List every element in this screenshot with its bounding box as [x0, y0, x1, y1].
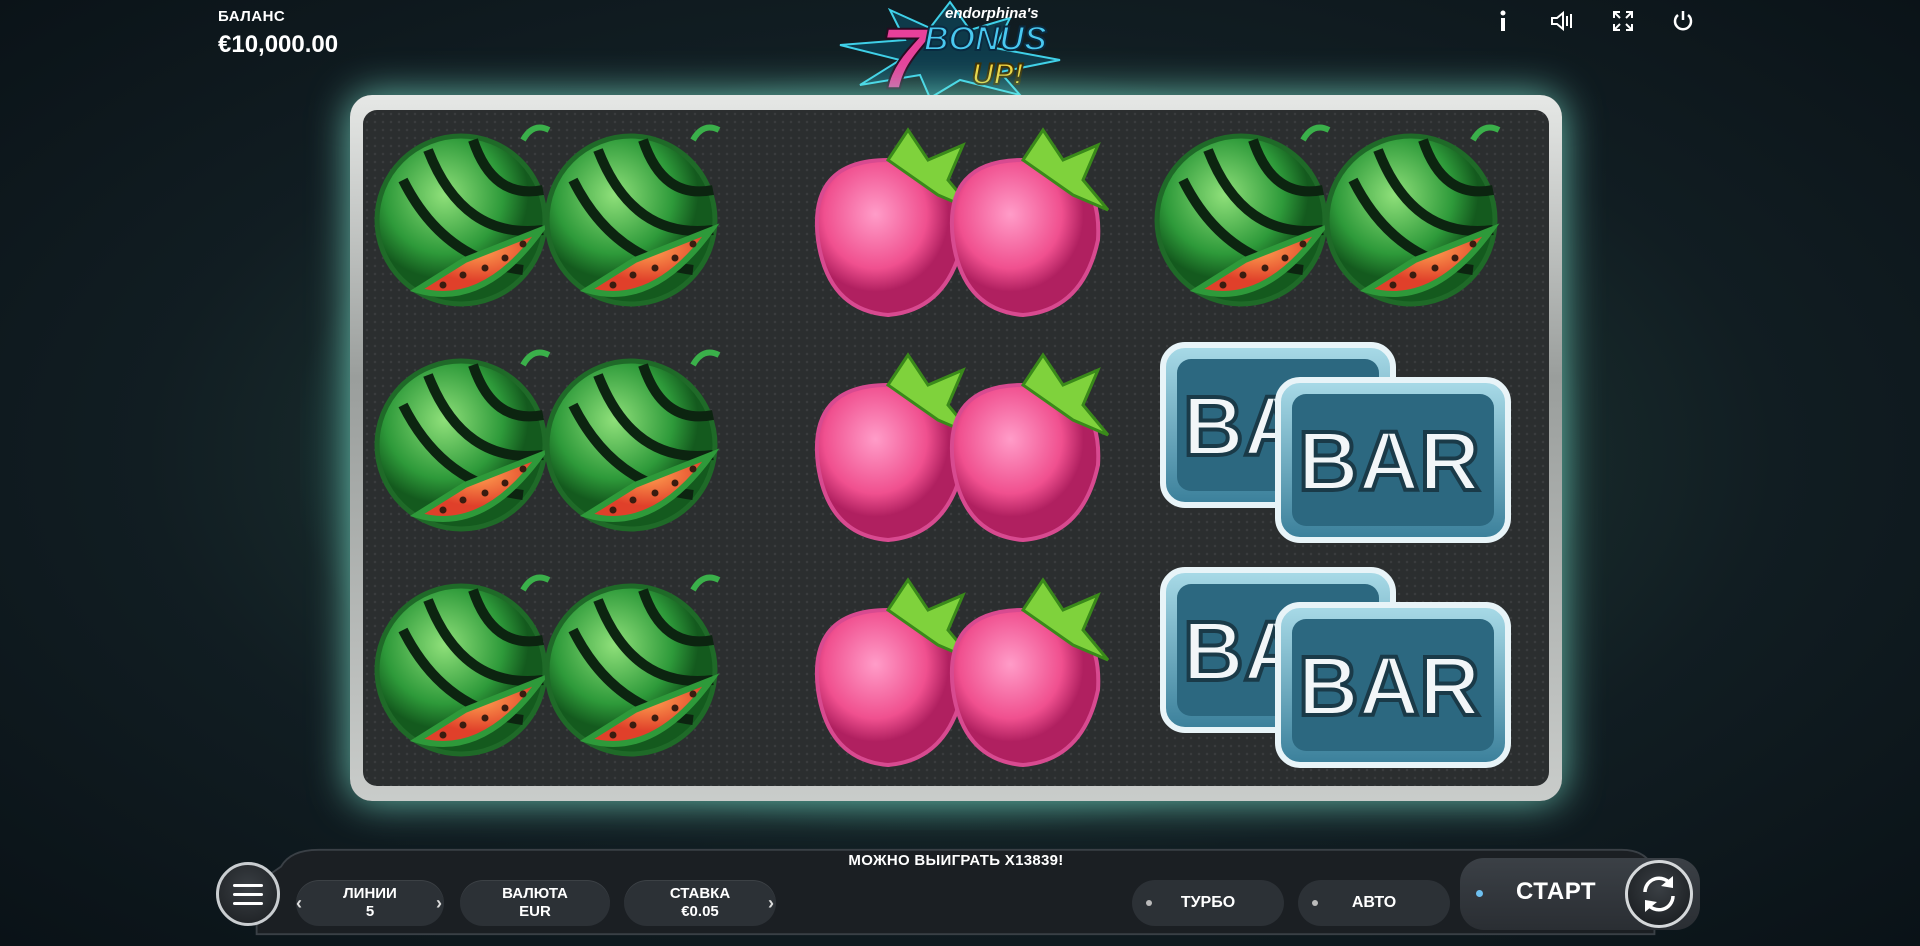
- reels-area: BAR BAR BAR BAR: [363, 110, 1549, 786]
- auto-label: АВТО: [1351, 894, 1397, 911]
- bet-increase-button[interactable]: ›: [768, 880, 774, 926]
- start-label: СТАРТ: [1516, 878, 1597, 905]
- bet-label: СТАВКА: [669, 885, 731, 902]
- bar-label: BAR: [1298, 414, 1480, 508]
- spin-button[interactable]: [1625, 860, 1693, 928]
- symbol-raspberry: [814, 128, 1110, 317]
- auto-indicator: [1312, 900, 1318, 906]
- lines-decrease-button[interactable]: ‹: [296, 880, 302, 926]
- currency-selector[interactable]: ВАЛЮТА EUR: [460, 880, 610, 926]
- lines-label: ЛИНИИ: [343, 885, 397, 902]
- symbol-bar: BAR BAR: [1153, 335, 1543, 555]
- lines-increase-button[interactable]: ›: [436, 880, 442, 926]
- turbo-indicator: [1146, 900, 1152, 906]
- balance-panel: БАЛАНС €10,000.00: [218, 8, 338, 59]
- lines-value: 5: [365, 903, 375, 920]
- symbol-watermelon: [373, 335, 763, 555]
- bet-value: €0.05: [681, 903, 719, 920]
- balance-value: €10,000.00: [218, 31, 339, 58]
- symbol-watermelon: [1153, 110, 1543, 330]
- bar-label: BAR: [1298, 639, 1480, 733]
- currency-value: EUR: [519, 903, 551, 920]
- symbol-bar: BAR BAR: [1153, 560, 1543, 780]
- refresh-icon: [1643, 876, 1675, 912]
- start-indicator: [1476, 890, 1483, 897]
- auto-toggle[interactable]: АВТО: [1298, 880, 1450, 926]
- power-icon[interactable]: [1670, 8, 1696, 34]
- bet-selector: СТАВКА €0.05 ›: [624, 880, 776, 926]
- logo-bonus: BONUS: [924, 20, 1047, 58]
- turbo-toggle[interactable]: ТУРБО: [1132, 880, 1284, 926]
- currency-label: ВАЛЮТА: [502, 885, 568, 902]
- menu-icon: [233, 883, 263, 887]
- symbol-watermelon: [373, 560, 763, 780]
- turbo-label: ТУРБО: [1180, 894, 1236, 911]
- symbol-watermelon: [373, 110, 763, 330]
- balance-label: БАЛАНС: [218, 8, 286, 25]
- sound-icon[interactable]: [1550, 8, 1576, 34]
- symbol-raspberry: [814, 578, 1110, 767]
- info-icon[interactable]: [1490, 8, 1516, 34]
- menu-button[interactable]: [216, 862, 280, 926]
- symbol-raspberry: [814, 353, 1110, 542]
- fullscreen-icon[interactable]: [1610, 8, 1636, 34]
- lines-selector: ‹ ЛИНИИ 5 ›: [296, 880, 444, 926]
- top-icons: [1490, 8, 1696, 34]
